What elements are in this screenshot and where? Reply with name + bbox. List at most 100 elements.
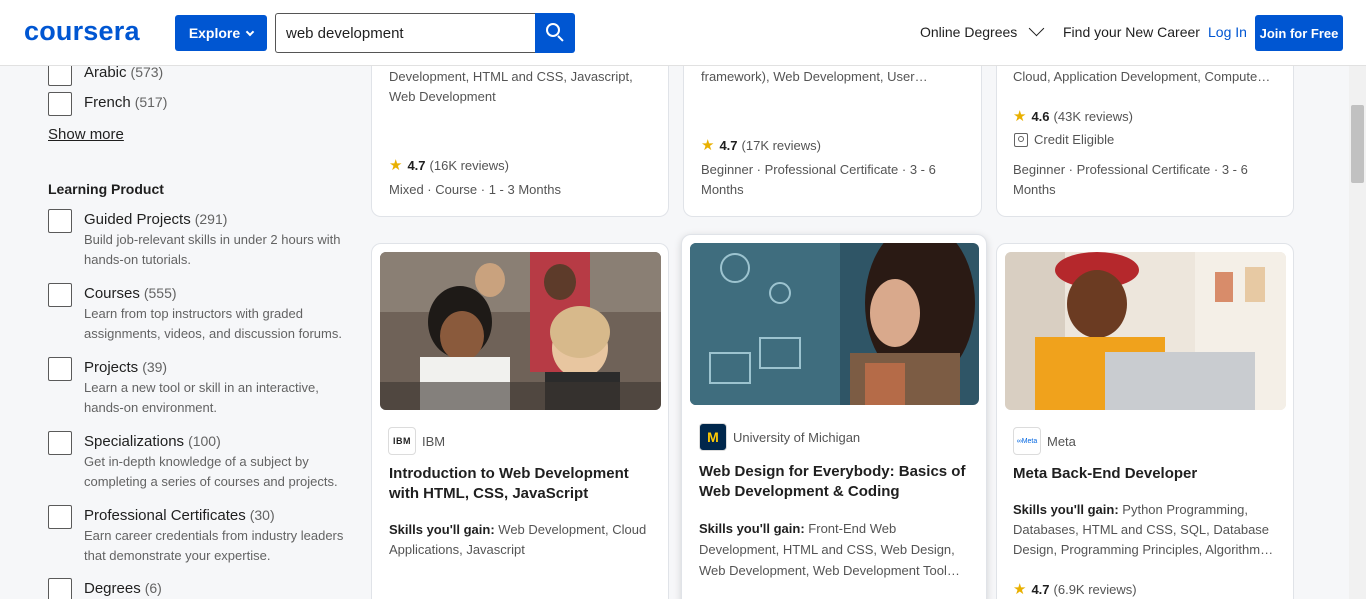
skills-text: Design, Programming Principles, Algorith… <box>1013 542 1274 557</box>
skills-text: Development, HTML and CSS, Web Design, <box>699 542 955 557</box>
filter-label: Projects <box>84 359 139 376</box>
card-meta: Beginner · Professional Certificate · 3 … <box>701 162 936 177</box>
review-count: (16K reviews) <box>429 157 509 173</box>
course-card[interactable]: ∞Meta Meta Meta Back-End Developer Skill… <box>996 243 1294 599</box>
explore-button[interactable]: Explore <box>175 15 267 51</box>
card-title[interactable]: Web Development & Coding <box>699 482 900 502</box>
ibm-logo: IBM <box>388 427 416 455</box>
filter-option-degrees[interactable]: Degrees (6) <box>48 578 162 599</box>
card-title[interactable]: with HTML, CSS, JavaScript <box>389 484 588 504</box>
course-thumbnail <box>380 252 661 410</box>
skills-text: Cloud, Application Development, Compute… <box>1013 69 1271 84</box>
rating-value: 4.6 <box>1031 108 1050 124</box>
skills-text: Web Development <box>389 89 496 104</box>
filter-label: Arabic <box>84 64 127 81</box>
rating-value: 4.7 <box>1031 581 1050 597</box>
partner-name: IBM <box>422 433 446 449</box>
review-count: (43K reviews) <box>1053 108 1133 124</box>
credit-icon <box>1014 132 1028 147</box>
skills-text: Web Development, Web Development Tool… <box>699 563 960 578</box>
star-icon: ★ <box>389 157 403 174</box>
filter-label: Professional Certificates <box>84 507 246 524</box>
card-title[interactable]: Web Design for Everybody: Basics of <box>699 462 965 482</box>
skills-text: Skills you'll gain: Front-End Web <box>699 521 897 536</box>
filter-count: (100) <box>188 433 221 449</box>
filter-option-guided-projects[interactable]: Guided Projects (291) Build job-relevant … <box>48 209 354 270</box>
course-card[interactable]: Cloud, Application Development, Compute…… <box>996 66 1294 217</box>
course-thumbnail <box>1005 252 1286 410</box>
partner-name: University of Michigan <box>733 429 861 445</box>
find-career-link[interactable]: Find your New Career <box>1063 24 1200 40</box>
card-title[interactable]: Meta Back-End Developer <box>1013 464 1197 484</box>
filter-label: Courses <box>84 285 140 302</box>
checkbox[interactable] <box>48 92 72 116</box>
filter-label: Degrees <box>84 580 141 597</box>
online-degrees-menu[interactable]: Online Degrees <box>920 20 1045 40</box>
checkbox[interactable] <box>48 578 72 599</box>
card-meta: Months <box>1013 182 1056 197</box>
skills-text: Applications, Javascript <box>389 542 525 557</box>
join-button[interactable]: Join for Free <box>1255 15 1343 51</box>
rating: ★ 4.6 (43K reviews) <box>1013 107 1133 125</box>
filter-option-specializations[interactable]: Specializations (100) Get in-depth knowle… <box>48 431 354 492</box>
scrollbar-thumb[interactable] <box>1351 105 1364 183</box>
course-card[interactable]: framework), Web Development, User… ★ 4.7… <box>683 66 982 217</box>
rating: ★ 4.7 (17K reviews) <box>701 136 821 154</box>
partner: ∞Meta Meta <box>1013 427 1076 455</box>
filter-option-professional-certificates[interactable]: Professional Certificates (30) Earn caree… <box>48 505 354 566</box>
card-meta: Months <box>701 182 744 197</box>
search-input[interactable] <box>275 13 536 53</box>
card-title[interactable]: Introduction to Web Development <box>389 464 629 484</box>
course-card[interactable]: M University of Michigan Web Design for … <box>681 234 987 599</box>
show-more-link[interactable]: Show more <box>48 126 124 143</box>
filter-count: (39) <box>142 359 168 375</box>
rating: ★ 4.7 (6.9K reviews) <box>1013 580 1137 598</box>
login-link[interactable]: Log In <box>1208 24 1247 40</box>
credit-eligible: Credit Eligible <box>1014 132 1114 147</box>
skills-text: Databases, HTML and CSS, SQL, Database <box>1013 522 1270 537</box>
chevron-down-icon <box>1029 20 1045 37</box>
skills-text: Skills you'll gain: Web Development, Clo… <box>389 522 647 537</box>
filter-description: Get in-depth knowledge of a subject by c… <box>84 454 338 489</box>
rating: ★ 4.7 (16K reviews) <box>389 156 509 174</box>
rating-value: 4.7 <box>719 137 738 153</box>
filter-description: Earn career credentials from industry le… <box>84 528 344 563</box>
filter-label: Specializations <box>84 433 185 450</box>
learning-product-heading: Learning Product <box>48 181 164 197</box>
filter-option-courses[interactable]: Courses (555) Learn from top instructors … <box>48 283 354 344</box>
search-button[interactable] <box>535 13 575 53</box>
skills-label: Skills you'll gain: <box>1013 502 1119 517</box>
skills-label: Skills you'll gain: <box>389 522 495 537</box>
explore-label: Explore <box>188 25 241 41</box>
checkbox[interactable] <box>48 431 72 455</box>
filter-label: Guided Projects <box>84 211 191 228</box>
card-meta: Mixed · Course · 1 - 3 Months <box>389 182 561 197</box>
card-meta: Beginner · Professional Certificate · 3 … <box>1013 162 1248 177</box>
filter-count: (573) <box>130 64 164 80</box>
partner: IBM IBM <box>388 427 445 455</box>
star-icon: ★ <box>1013 108 1027 125</box>
filter-description: Build job-relevant skills in under 2 hou… <box>84 232 341 267</box>
checkbox[interactable] <box>48 283 72 307</box>
filter-count: (555) <box>143 285 177 301</box>
course-card[interactable]: IBM IBM Introduction to Web Development … <box>371 243 669 599</box>
skills-text: Development, HTML and CSS, Javascript, <box>389 69 633 84</box>
filter-option-french[interactable]: French (517) <box>48 92 167 116</box>
skills-label: Skills you'll gain: <box>699 521 805 536</box>
filter-sidebar: Arabic (573) French (517) Show more Learni… <box>0 62 370 599</box>
filter-description: Learn from top instructors with graded a… <box>84 306 342 341</box>
top-header: coursera Explore Online Degrees Find you… <box>0 0 1366 66</box>
credit-label: Credit Eligible <box>1034 132 1115 147</box>
course-card[interactable]: Development, HTML and CSS, Javascript, W… <box>371 66 669 217</box>
review-count: (6.9K reviews) <box>1053 581 1137 597</box>
checkbox[interactable] <box>48 209 72 233</box>
filter-description: Learn a new tool or skill in an interact… <box>84 380 319 415</box>
filter-label: French <box>84 94 131 111</box>
partner: M University of Michigan <box>699 423 860 451</box>
checkbox[interactable] <box>48 357 72 381</box>
checkbox[interactable] <box>48 505 72 529</box>
rating-value: 4.7 <box>407 157 426 173</box>
filter-option-projects[interactable]: Projects (39) Learn a new tool or skill i… <box>48 357 354 418</box>
filter-count: (291) <box>194 211 228 227</box>
coursera-logo[interactable]: coursera <box>24 16 140 47</box>
